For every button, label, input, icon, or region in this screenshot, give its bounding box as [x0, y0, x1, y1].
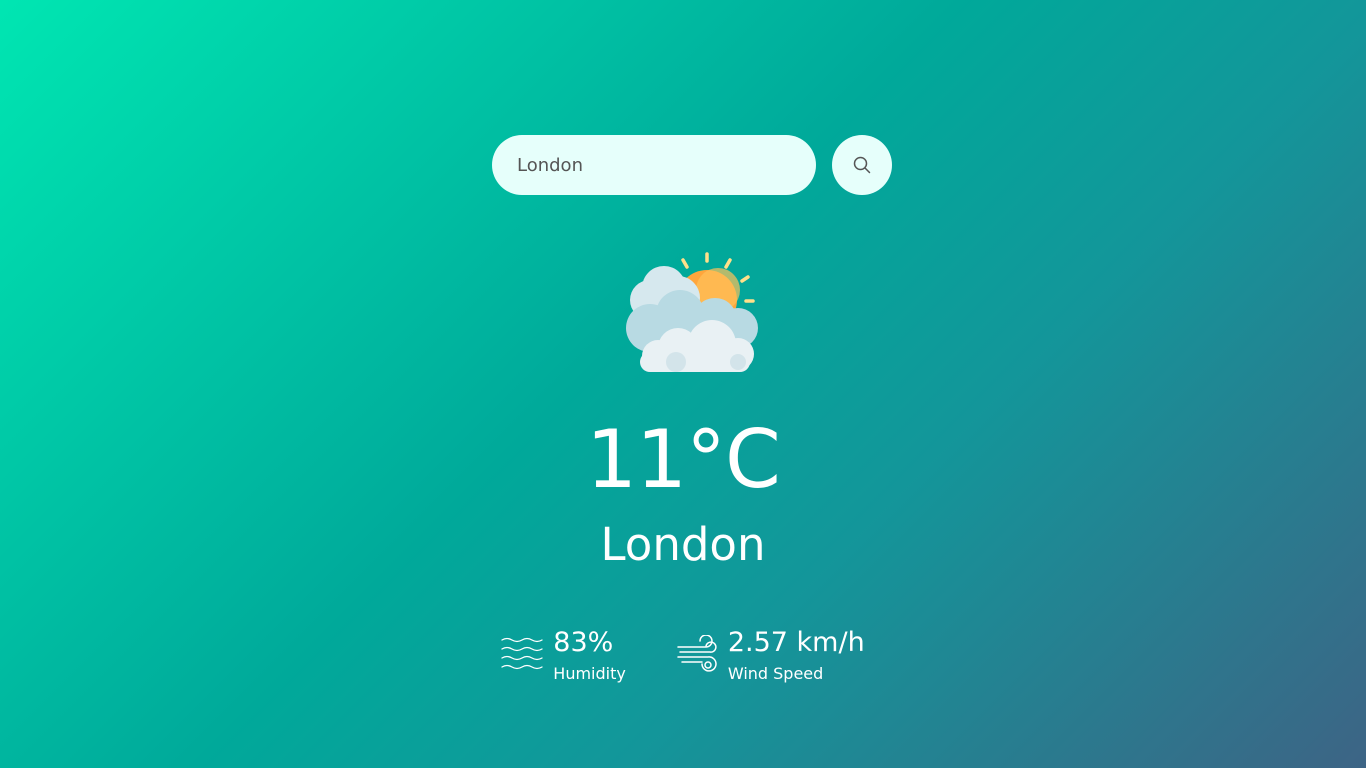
partly-cloudy-sun-icon — [626, 252, 758, 372]
search-input[interactable] — [492, 135, 816, 195]
wind-section: 2.57 km/h Wind Speed — [676, 625, 865, 685]
wind-value: 2.57 km/h — [727, 627, 865, 658]
search-icon — [853, 156, 871, 174]
humidity-label: Humidity — [553, 664, 626, 683]
humidity-waves-icon — [501, 637, 543, 670]
city-name: London — [600, 518, 766, 571]
humidity-value: 83% — [553, 627, 614, 658]
weather-details: 83% Humidity 2.57 km/h Wind Speed — [0, 625, 1366, 685]
wind-icon — [677, 635, 717, 672]
humidity-section: 83% Humidity — [501, 625, 626, 685]
wind-label: Wind Speed — [727, 664, 824, 683]
temperature-value: 11°C — [586, 413, 781, 506]
search-button[interactable] — [832, 135, 892, 195]
